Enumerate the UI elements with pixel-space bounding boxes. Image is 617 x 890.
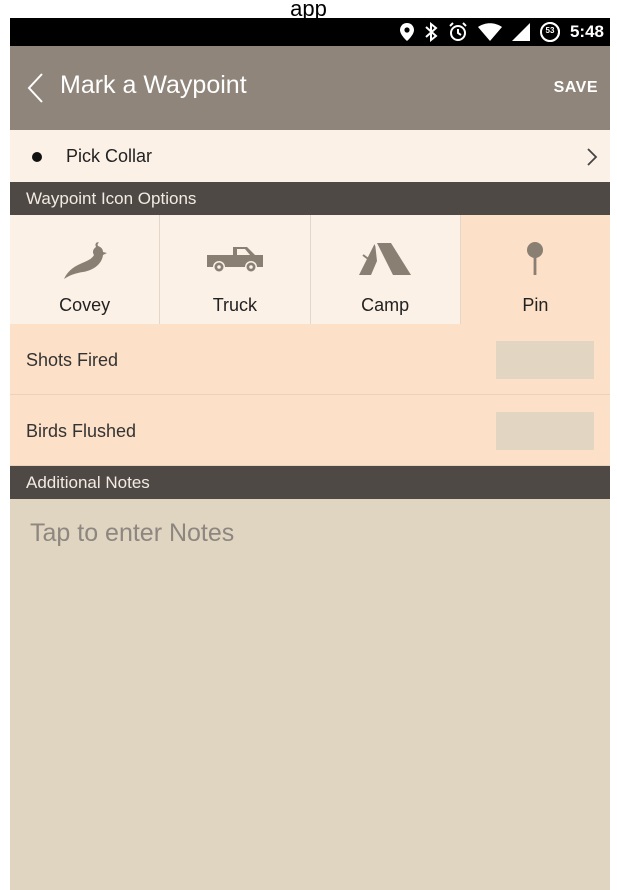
notes-placeholder: Tap to enter Notes bbox=[30, 519, 235, 547]
waypoint-icon-options-header: Waypoint Icon Options bbox=[10, 182, 610, 215]
icon-option-covey[interactable]: Covey bbox=[10, 215, 161, 324]
chevron-right-icon bbox=[587, 148, 598, 166]
pick-collar-label: Pick Collar bbox=[66, 146, 153, 166]
additional-notes-header: Additional Notes bbox=[10, 466, 610, 499]
page-title: Mark a Waypoint bbox=[60, 71, 247, 99]
quail-icon bbox=[63, 242, 107, 279]
tent-icon bbox=[359, 242, 412, 276]
icon-option-truck[interactable]: Truck bbox=[160, 215, 311, 324]
birds-flushed-row: Birds Flushed bbox=[10, 395, 610, 466]
save-button[interactable]: SAVE bbox=[554, 79, 598, 97]
app-bar: Mark a Waypoint SAVE bbox=[10, 46, 610, 130]
icon-option-label: Camp bbox=[361, 295, 410, 315]
bluetooth-icon bbox=[425, 22, 438, 42]
status-bar: 53 5:48 bbox=[10, 18, 610, 46]
status-icons: 53 5:48 bbox=[399, 18, 604, 46]
caption: app bbox=[290, 0, 327, 18]
battery-level: 53 bbox=[545, 26, 555, 35]
birds-flushed-input[interactable] bbox=[496, 412, 594, 450]
truck-icon bbox=[206, 247, 263, 273]
pick-collar-row[interactable]: Pick Collar bbox=[10, 130, 610, 183]
bullet-icon bbox=[32, 152, 42, 162]
icon-option-label: Covey bbox=[59, 295, 111, 315]
shots-fired-input[interactable] bbox=[496, 341, 594, 379]
alarm-icon bbox=[449, 22, 467, 41]
phone-screen: 53 5:48 Mark a Waypoint SAVE Pick Collar… bbox=[10, 18, 610, 890]
back-icon[interactable] bbox=[26, 72, 44, 104]
icon-option-label: Pin bbox=[522, 295, 549, 315]
location-icon bbox=[399, 23, 414, 41]
icon-option-label: Truck bbox=[212, 295, 258, 315]
battery-icon: 53 bbox=[539, 22, 560, 42]
icon-option-camp[interactable]: Camp bbox=[310, 215, 461, 324]
shots-fired-label: Shots Fired bbox=[26, 350, 119, 370]
birds-flushed-label: Birds Flushed bbox=[26, 421, 137, 441]
waypoint-icon-options: Covey Truck Camp Pin bbox=[10, 215, 610, 324]
shots-fired-row: Shots Fired bbox=[10, 324, 610, 395]
notes-input[interactable]: Tap to enter Notes bbox=[10, 499, 610, 890]
signal-icon bbox=[511, 23, 530, 41]
icon-option-pin[interactable]: Pin bbox=[460, 215, 610, 324]
clock: 5:48 bbox=[569, 22, 604, 41]
wifi-icon bbox=[477, 23, 502, 41]
pin-icon bbox=[527, 242, 544, 275]
